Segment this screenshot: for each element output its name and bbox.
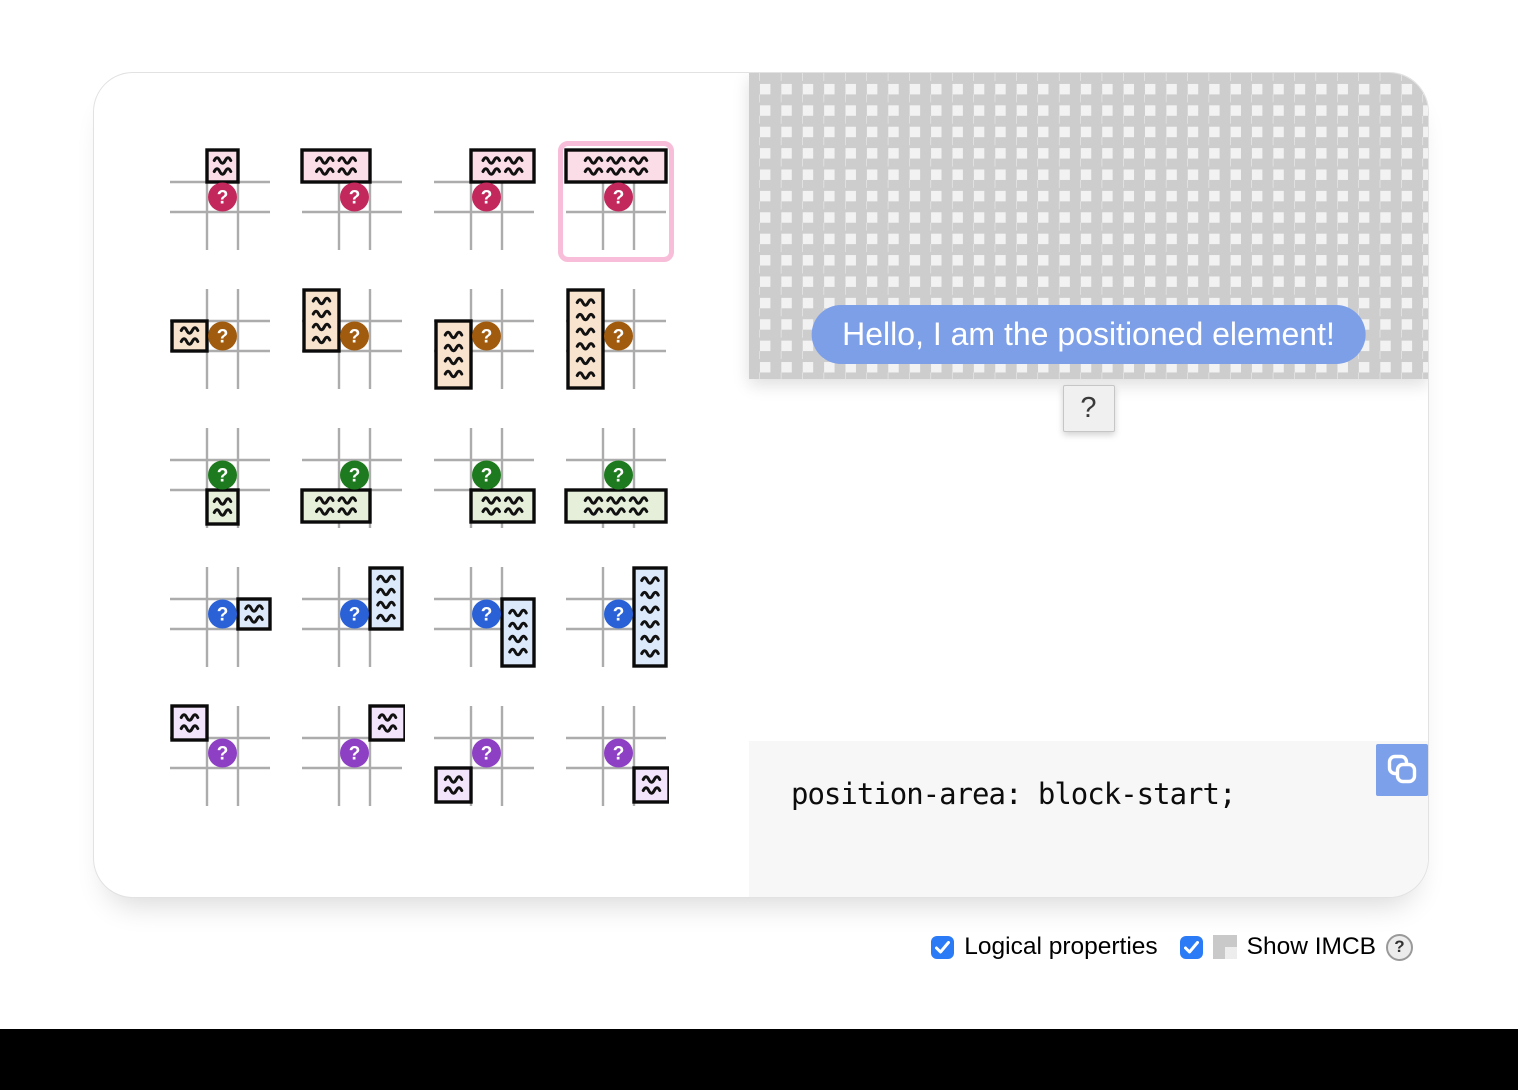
tile-block-start-span-inline-start[interactable]: ? [294,141,410,262]
svg-text:?: ? [613,327,625,348]
svg-text:?: ? [481,605,493,626]
tile-inline-start[interactable]: ? [162,280,278,401]
tile-block-start-span-all[interactable]: ? [558,141,674,262]
tile-inline-end-span-block-end[interactable]: ? [426,558,542,679]
imcb-checkerboard-overlay: Hello, I am the positioned element! [749,73,1428,379]
svg-text:?: ? [217,466,229,487]
options-bar: Logical properties Show IMCB ? [931,933,1413,961]
svg-text:?: ? [349,327,361,348]
logical-properties-label: Logical properties [964,933,1157,961]
svg-text:?: ? [217,605,229,626]
show-imcb-label: Show IMCB [1247,933,1376,961]
svg-text:?: ? [481,188,493,209]
code-output-panel: position-area: block-start; [749,741,1428,897]
css-declaration: position-area: block-start; [791,777,1235,811]
svg-text:?: ? [349,466,361,487]
svg-text:?: ? [613,188,625,209]
svg-text:?: ? [349,188,361,209]
tile-inline-start-span-all[interactable]: ? [558,280,674,401]
tile-inline-end-span-block-start[interactable]: ? [294,558,410,679]
tile-block-start[interactable]: ? [162,141,278,262]
svg-text:?: ? [217,744,229,765]
tile-block-end-span-all[interactable]: ? [558,419,674,540]
svg-text:?: ? [481,744,493,765]
tile-block-end-inline-end[interactable]: ? [558,697,674,818]
svg-text:?: ? [217,327,229,348]
tile-inline-end-span-all[interactable]: ? [558,558,674,679]
tile-block-end-inline-start[interactable]: ? [426,697,542,818]
tile-block-start-span-inline-end[interactable]: ? [426,141,542,262]
anchor-element[interactable]: ? [1063,385,1115,432]
tile-block-start-inline-end[interactable]: ? [294,697,410,818]
svg-text:?: ? [481,466,493,487]
tile-block-start-inline-start[interactable]: ? [162,697,278,818]
tile-block-end-span-inline-start[interactable]: ? [294,419,410,540]
help-icon[interactable]: ? [1386,934,1413,961]
svg-text:?: ? [217,188,229,209]
position-area-demo-card: ? ? ? ? ? [93,72,1429,898]
svg-text:?: ? [613,466,625,487]
svg-text:?: ? [481,327,493,348]
positioned-element: Hello, I am the positioned element! [811,305,1366,364]
svg-text:?: ? [349,605,361,626]
position-area-option-grid: ? ? ? ? ? [162,141,674,818]
bottom-letterbox [0,1029,1518,1090]
tile-inline-start-span-block-end[interactable]: ? [426,280,542,401]
svg-text:?: ? [613,744,625,765]
tile-inline-start-span-block-start[interactable]: ? [294,280,410,401]
show-imcb-checkbox[interactable] [1180,936,1203,959]
checkmark-icon [935,941,950,954]
tile-block-end[interactable]: ? [162,419,278,540]
copy-icon [1385,753,1419,787]
copy-button[interactable] [1376,744,1428,796]
logical-properties-checkbox[interactable] [931,936,954,959]
svg-text:?: ? [613,605,625,626]
tile-inline-end[interactable]: ? [162,558,278,679]
tile-block-end-span-inline-end[interactable]: ? [426,419,542,540]
imcb-swatch-icon [1213,935,1237,959]
checkmark-icon [1184,941,1199,954]
preview-panel: Hello, I am the positioned element! ? po… [749,73,1428,897]
svg-text:?: ? [349,744,361,765]
